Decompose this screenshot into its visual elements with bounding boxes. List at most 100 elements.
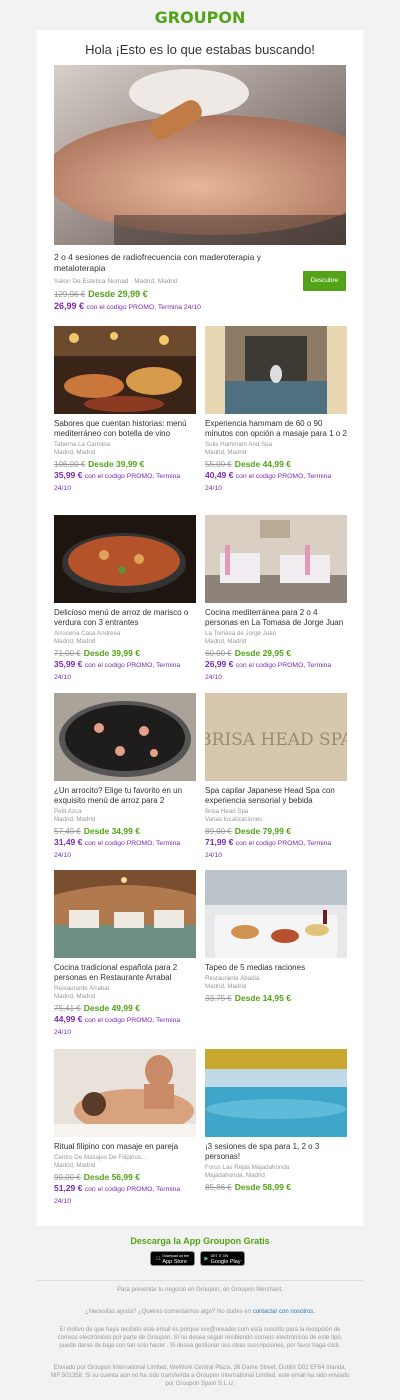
groupon-logo[interactable]: GROUPON: [0, 0, 400, 30]
help-line: ¿Necesitas ayuda? ¿Quieres comentarnos a…: [40, 1309, 360, 1315]
deal-merchant: Petit Azca: [54, 808, 82, 815]
deal-location: Varias localizaciones: [205, 816, 263, 823]
app-store-badges:  Download on theApp Store ▶ GET IT ONGo…: [150, 1251, 245, 1266]
promo-price: 40,49 €: [205, 470, 234, 480]
app-store-button[interactable]:  Download on theApp Store: [150, 1251, 195, 1266]
deal-price: 33,75 € Desde 14,95 €: [205, 993, 347, 1003]
deal-tile[interactable]: Cocina mediterránea para 2 o 4 personas …: [205, 515, 347, 683]
deal-tile[interactable]: Tapeo de 5 medias raciones Restaurante A…: [205, 870, 347, 1003]
old-price: 57,40 €: [54, 827, 81, 836]
deal-image[interactable]: [54, 870, 196, 958]
current-price: Desde 34,99 €: [83, 826, 140, 836]
deal-location: Madrid, Madrid: [205, 983, 247, 990]
promo-price: 35,99 €: [54, 659, 83, 669]
help-text: ¿Necesitas ayuda? ¿Quieres comentarnos a…: [84, 1309, 252, 1315]
play-icon: ▶: [204, 1255, 209, 1262]
old-price: 75,41 €: [54, 1004, 81, 1013]
deal-title[interactable]: Experiencia hammam de 60 o 90 minutos co…: [205, 419, 347, 439]
deal-image[interactable]: [54, 1049, 196, 1137]
deal-title[interactable]: ¿Un arrocito? Elige tu favorito en un ex…: [54, 786, 196, 806]
deal-merchant: Restaurante Arrabal: [54, 985, 110, 992]
email-card: Hola ¡Esto es lo que estabas buscando! 2…: [37, 30, 363, 1226]
deal-location: Madrid, Madrid: [54, 638, 96, 645]
google-play-button[interactable]: ▶ GET IT ON Google Play: [200, 1251, 245, 1266]
deal-promo: 35,99 € con el codigo PROMO, Termina 24/…: [54, 470, 196, 494]
deal-tile[interactable]: Cocina tradicional española para 2 perso…: [54, 870, 196, 1038]
current-price: Desde 29,99 €: [88, 289, 148, 299]
app-store-label: App Store: [160, 1258, 186, 1265]
promo-text: con el codigo PROMO, Termina 24/10: [86, 304, 201, 311]
promo-price: 26,99 €: [54, 301, 85, 311]
deal-image[interactable]: [205, 1049, 347, 1137]
hero-deal-image[interactable]: [54, 65, 346, 245]
promo-price: 31,49 €: [54, 837, 83, 847]
deal-tile[interactable]: Experiencia hammam de 60 o 90 minutos co…: [205, 326, 347, 494]
deal-price: 71,00 € Desde 39,99 €: [54, 648, 196, 658]
deal-image[interactable]: [205, 326, 347, 414]
deal-location: Majadahonda, Madrid: [205, 1172, 265, 1179]
deal-title[interactable]: Ritual filipino con masaje en pareja: [54, 1142, 196, 1152]
old-price: 60,00 €: [205, 649, 232, 658]
deal-location: Madrid, Madrid: [205, 449, 247, 456]
deal-merchant: Sulis Hammam And Spa: [205, 441, 273, 448]
hero-price: 129,96 € Desde 29,99 €: [54, 289, 148, 299]
deal-image[interactable]: [54, 326, 196, 414]
deal-title[interactable]: Sabores que cuentan historias: menú medi…: [54, 419, 196, 439]
old-price: 89,00 €: [205, 827, 232, 836]
deal-merchant: Forus Las Rejas Majadahonda: [205, 1164, 290, 1171]
deal-title[interactable]: Delicioso menú de arroz de marisco o ver…: [54, 608, 196, 628]
app-download-title: Descarga la App Groupon Gratis: [130, 1236, 270, 1246]
deal-price: 90,00 € Desde 56,99 €: [54, 1172, 196, 1182]
deal-promo: 71,99 € con el codigo PROMO, Termina 24/…: [205, 837, 347, 861]
deal-tile[interactable]: BRISA HEAD SPA Spa capilar Japanese Head…: [205, 693, 347, 861]
deal-tile[interactable]: Ritual filipino con masaje en pareja Cen…: [54, 1049, 196, 1207]
promo-price: 71,99 €: [205, 837, 234, 847]
deal-promo: 44,99 € con el codigo PROMO, Termina 24/…: [54, 1014, 196, 1038]
deal-title[interactable]: Cocina mediterránea para 2 o 4 personas …: [205, 608, 347, 628]
deal-image[interactable]: [54, 515, 196, 603]
current-price: Desde 14,95 €: [234, 993, 291, 1003]
deal-title[interactable]: Tapeo de 5 medias raciones: [205, 963, 347, 973]
deal-location: Madrid, Madrid: [54, 449, 96, 456]
deal-tile[interactable]: Sabores que cuentan historias: menú medi…: [54, 326, 196, 494]
deal-promo: 51,29 € con el codigo PROMO, Termina 24/…: [54, 1183, 196, 1207]
hero-merchant: Salon De Estetica Nomad · Madrid, Madrid: [54, 278, 178, 285]
deal-image[interactable]: [205, 515, 347, 603]
current-price: Desde 44,99 €: [234, 459, 291, 469]
current-price: Desde 29,95 €: [234, 648, 291, 658]
deal-merchant: Taberna La Carmela: [54, 441, 111, 448]
page-title: Hola ¡Esto es lo que estabas buscando!: [85, 42, 315, 57]
sender-info: Enviado por Groupon International Limite…: [50, 1365, 350, 1387]
spa-sign-text: BRISA HEAD SPA: [205, 730, 347, 750]
deal-price: 60,00 € Desde 29,95 €: [205, 648, 347, 658]
deal-price: 55,00 € Desde 44,99 €: [205, 459, 347, 469]
current-price: Desde 79,99 €: [234, 826, 291, 836]
deal-location: Madrid, Madrid: [54, 1162, 96, 1169]
deal-image[interactable]: [205, 870, 347, 958]
hero-promo: 26,99 € con el codigo PROMO, Termina 24/…: [54, 301, 201, 311]
discover-button[interactable]: Descubre: [303, 271, 346, 291]
deal-title[interactable]: Spa capilar Japanese Head Spa con experi…: [205, 786, 347, 806]
deal-tile[interactable]: ¡3 sesiones de spa para 1, 2 o 3 persona…: [205, 1049, 347, 1192]
deal-location: Madrid, Madrid: [205, 638, 247, 645]
deal-promo: 31,49 € con el codigo PROMO, Termina 24/…: [54, 837, 196, 861]
deal-title[interactable]: ¡3 sesiones de spa para 1, 2 o 3 persona…: [205, 1142, 347, 1162]
google-play-label: Google Play: [210, 1258, 241, 1265]
deal-image[interactable]: BRISA HEAD SPA: [205, 693, 347, 781]
merchant-line[interactable]: Para presentar tu negocio en Groupon, en…: [0, 1287, 400, 1293]
old-price: 33,75 €: [205, 994, 232, 1003]
deal-price: 89,00 € Desde 79,99 €: [205, 826, 347, 836]
hero-deal-title[interactable]: 2 o 4 sesiones de radiofrecuencia con ma…: [54, 252, 279, 274]
deal-tile[interactable]: ¿Un arrocito? Elige tu favorito en un ex…: [54, 693, 196, 861]
deal-title[interactable]: Cocina tradicional española para 2 perso…: [54, 963, 196, 983]
current-price: Desde 56,99 €: [83, 1172, 140, 1182]
deal-merchant: Restaurante Abadia: [205, 975, 260, 982]
current-price: Desde 49,99 €: [83, 1003, 140, 1013]
deal-tile[interactable]: Delicioso menú de arroz de marisco o ver…: [54, 515, 196, 683]
deal-promo: 26,99 € con el codigo PROMO, Termina 24/…: [205, 659, 347, 683]
contact-link[interactable]: contactar con nosotros.: [253, 1309, 315, 1315]
deal-price: 85,86 € Desde 58,99 €: [205, 1182, 347, 1192]
deal-price: 106,00 € Desde 39,99 €: [54, 459, 196, 469]
deal-image[interactable]: [54, 693, 196, 781]
promo-price: 51,29 €: [54, 1183, 83, 1193]
